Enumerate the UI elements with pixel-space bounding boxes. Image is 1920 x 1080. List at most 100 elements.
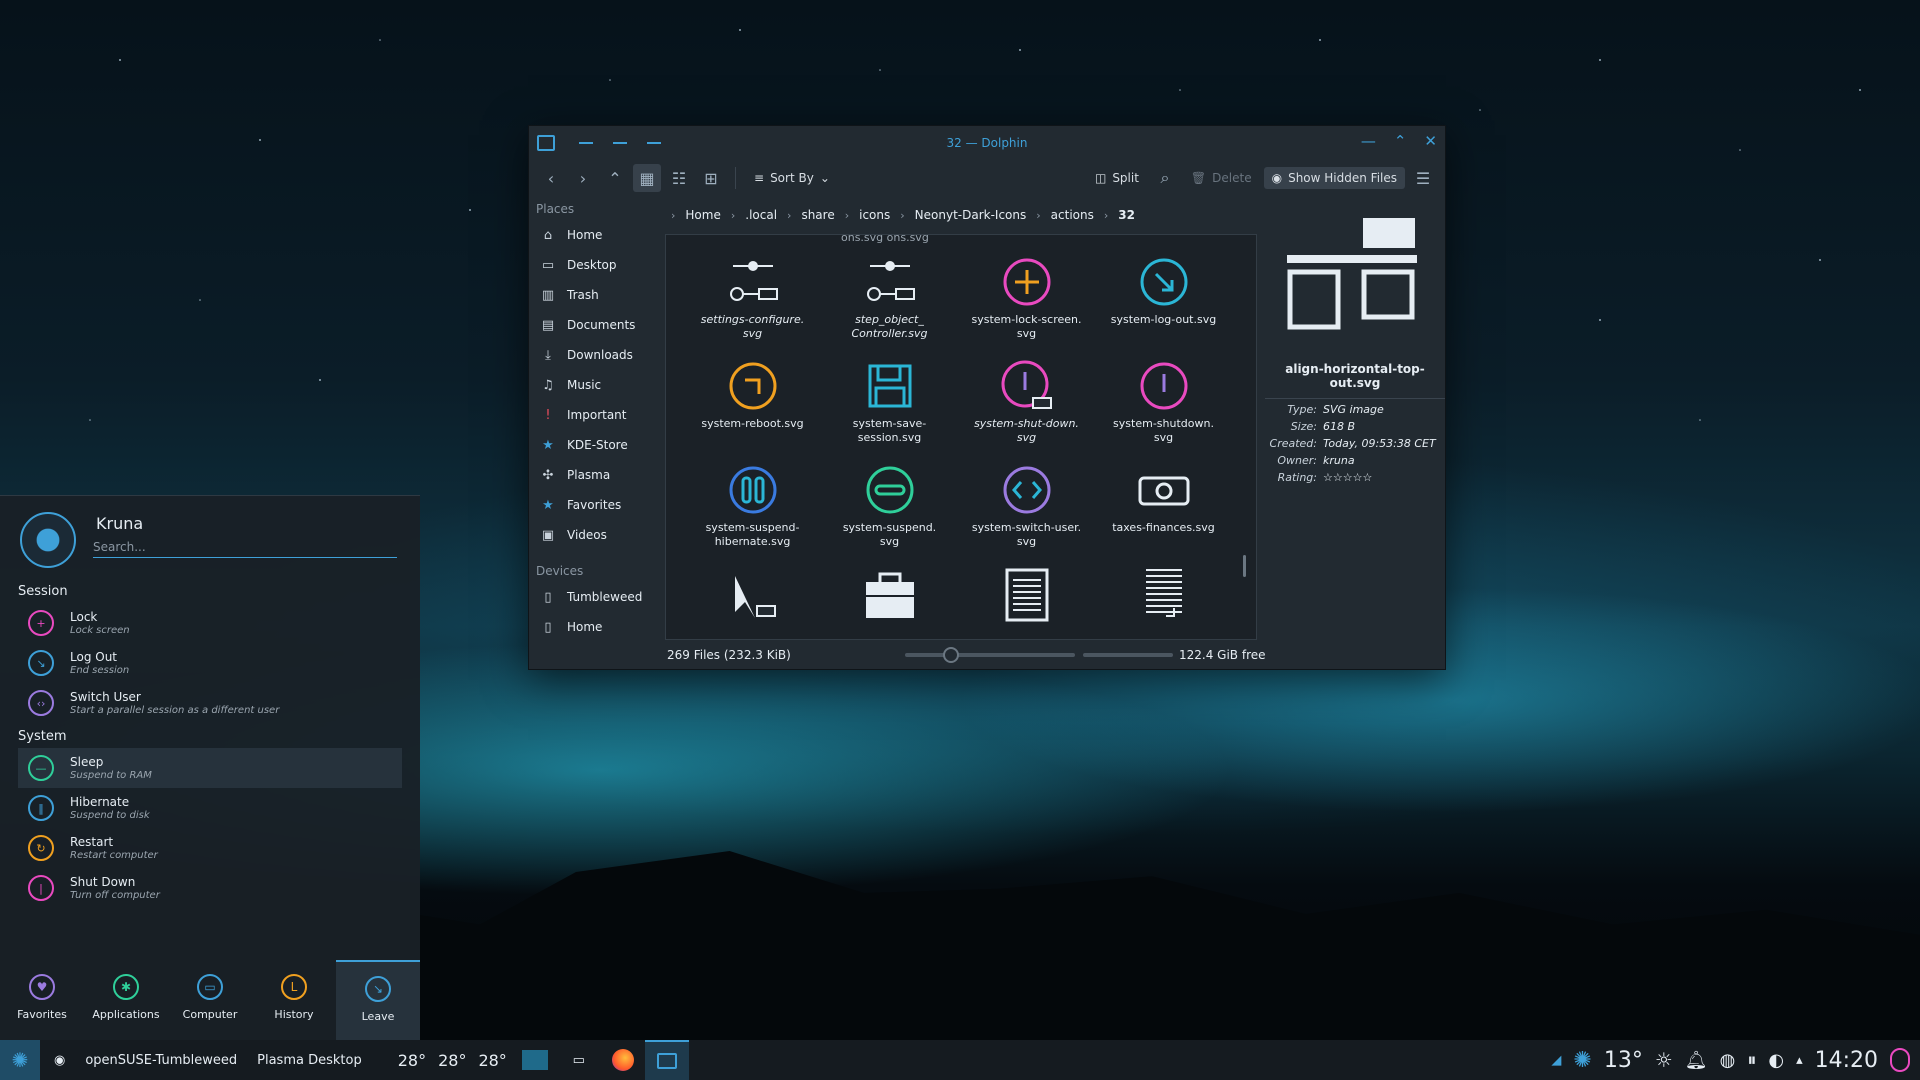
status-bar: 269 Files (232.3 KiB) 122.4 GiB free: [665, 641, 1445, 669]
device-tumbleweed[interactable]: ▯ Tumbleweed: [529, 582, 665, 612]
menu-item-restart[interactable]: ↻ Restart Restart computer: [0, 828, 420, 868]
file-item[interactable]: system-suspend. svg: [821, 459, 958, 549]
opensuse-logo-icon: ✺: [11, 1048, 29, 1072]
file-item[interactable]: system-reboot.svg: [684, 355, 821, 445]
icons-view-icon[interactable]: ▦: [633, 164, 661, 192]
dolphin-window[interactable]: 32 — Dolphin — ⌃ ✕ ‹ › ⌃ ▦ ☷ ⊞ ≡ Sort By…: [528, 125, 1446, 670]
task-desktop-pager[interactable]: [513, 1040, 557, 1080]
file-item[interactable]: [821, 563, 958, 639]
crumb-neonyt[interactable]: Neonyt-Dark-Icons: [915, 208, 1027, 222]
place-trash[interactable]: ▥ Trash: [529, 280, 665, 310]
file-item[interactable]: system-shut-down. svg: [958, 355, 1095, 445]
place-music[interactable]: ♫ Music: [529, 370, 665, 400]
notifications-icon[interactable]: 🔔︎: [1685, 1050, 1708, 1071]
file-item[interactable]: step_object_ Controller.svg: [821, 251, 958, 341]
file-item[interactable]: [1095, 563, 1232, 639]
crumb-home[interactable]: Home: [685, 208, 720, 222]
weather-icon[interactable]: ✺: [1573, 1048, 1591, 1073]
place-kde-store[interactable]: ★ KDE-Store: [529, 430, 665, 460]
media-pause-icon[interactable]: ⏸︎: [1747, 1050, 1756, 1071]
place-important[interactable]: ! Important: [529, 400, 665, 430]
crumb-local[interactable]: .local: [745, 208, 777, 222]
zoom-slider-handle[interactable]: [943, 647, 959, 663]
launcher-button[interactable]: ✺: [0, 1040, 40, 1080]
back-icon[interactable]: ‹: [537, 164, 565, 192]
shade-button[interactable]: [613, 142, 627, 144]
search-icon[interactable]: ⌕: [1151, 164, 1179, 192]
task-dolphin[interactable]: [644, 1040, 689, 1080]
place-downloads[interactable]: ⤓ Downloads: [529, 340, 665, 370]
up-icon[interactable]: ⌃: [601, 164, 629, 192]
tab-history[interactable]: L History: [252, 960, 336, 1040]
file-item[interactable]: system-log-out.svg: [1095, 251, 1232, 341]
device-home[interactable]: ▯ Home: [529, 612, 665, 642]
crumb-share[interactable]: share: [801, 208, 834, 222]
updates-icon[interactable]: ◍: [1720, 1050, 1736, 1071]
file-item[interactable]: system-switch-user. svg: [958, 459, 1095, 549]
place-documents[interactable]: ▤ Documents: [529, 310, 665, 340]
tab-leave[interactable]: ↘ Leave: [336, 960, 420, 1040]
desktop-label[interactable]: Plasma Desktop: [247, 1053, 372, 1068]
rating-stars[interactable]: ☆☆☆☆☆: [1323, 471, 1445, 484]
file-item[interactable]: system-suspend- hibernate.svg: [684, 459, 821, 549]
details-view-icon[interactable]: ⊞: [697, 164, 725, 192]
menu-item-log-out[interactable]: ↘ Log Out End session: [0, 643, 420, 683]
avatar[interactable]: [20, 512, 76, 568]
maximize-icon[interactable]: ⌃: [1394, 132, 1407, 150]
menu-item-sleep[interactable]: — Sleep Suspend to RAM: [18, 748, 402, 788]
file-name: system-suspend. svg: [842, 521, 937, 548]
place-favorites[interactable]: ★ Favorites: [529, 490, 665, 520]
task-overview[interactable]: ▭: [557, 1040, 601, 1080]
show-hidden-files-button[interactable]: ◉ Show Hidden Files: [1263, 167, 1405, 189]
menu-item-shut-down[interactable]: | Shut Down Turn off computer: [0, 868, 420, 908]
file-view[interactable]: ons.svg ons.svg settings-configure. svg s…: [665, 234, 1257, 640]
network-icon[interactable]: ◢: [1551, 1053, 1561, 1068]
file-name: settings-configure. svg: [700, 313, 805, 340]
crumb-current[interactable]: 32: [1118, 208, 1135, 222]
scrollbar[interactable]: [1243, 555, 1246, 577]
minimize-icon[interactable]: —: [1361, 132, 1376, 150]
delete-button[interactable]: 🗑︎ Delete: [1183, 167, 1260, 189]
tab-label: Applications: [92, 1008, 160, 1021]
compact-view-icon[interactable]: ☷: [665, 164, 693, 192]
menu-item-switch-user[interactable]: ‹› Switch User Start a parallel session as…: [0, 683, 420, 723]
keep-above-button[interactable]: [579, 142, 593, 144]
file-item[interactable]: [684, 563, 821, 639]
file-item[interactable]: settings-configure. svg: [684, 251, 821, 341]
forward-icon[interactable]: ›: [569, 164, 597, 192]
on-all-desktops-button[interactable]: [647, 142, 661, 144]
titlebar[interactable]: 32 — Dolphin — ⌃ ✕: [529, 126, 1445, 160]
menu-item-lock[interactable]: + Lock Lock screen: [0, 603, 420, 643]
zoom-slider[interactable]: [905, 647, 1075, 663]
search-input[interactable]: Search...: [93, 536, 397, 558]
cpu-temp-1: 28°: [397, 1050, 427, 1070]
place-plasma[interactable]: ✣ Plasma: [529, 460, 665, 490]
distro-label[interactable]: openSUSE-Tumbleweed: [75, 1053, 247, 1068]
crumb-icons[interactable]: icons: [859, 208, 890, 222]
tray-expand-icon[interactable]: ▴: [1796, 1053, 1803, 1068]
place-videos[interactable]: ▣ Videos: [529, 520, 665, 550]
sort-by-button[interactable]: ≡ Sort By ⌄: [746, 167, 838, 189]
file-item[interactable]: system-lock-screen. svg: [958, 251, 1095, 341]
place-home[interactable]: ⌂ Home: [529, 220, 665, 250]
file-item[interactable]: taxes-finances.svg: [1095, 459, 1232, 549]
brightness-icon[interactable]: ☼: [1655, 1048, 1673, 1072]
place-desktop[interactable]: ▭ Desktop: [529, 250, 665, 280]
tab-computer[interactable]: ▭ Computer: [168, 960, 252, 1040]
menu-item-hibernate[interactable]: ‖ Hibernate Suspend to disk: [0, 788, 420, 828]
night-color-icon[interactable]: ◐: [1768, 1050, 1784, 1071]
exclamation-icon: !: [545, 407, 551, 423]
tab-favorites[interactable]: ♥ Favorites: [0, 960, 84, 1040]
hamburger-menu-icon[interactable]: ☰: [1409, 164, 1437, 192]
file-item[interactable]: system-shutdown. svg: [1095, 355, 1232, 445]
task-firefox[interactable]: [601, 1040, 645, 1080]
crumb-actions[interactable]: actions: [1051, 208, 1094, 222]
close-icon[interactable]: ✕: [1424, 132, 1437, 150]
show-desktop-icon[interactable]: [1890, 1048, 1910, 1072]
split-button[interactable]: ◫ Split: [1087, 167, 1147, 189]
file-item[interactable]: system-save- session.svg: [821, 355, 958, 445]
tab-applications[interactable]: ✱ Applications: [84, 960, 168, 1040]
weather-temp[interactable]: 13°: [1604, 1048, 1643, 1073]
file-item[interactable]: [958, 563, 1095, 639]
clock[interactable]: 14:20: [1815, 1048, 1878, 1073]
